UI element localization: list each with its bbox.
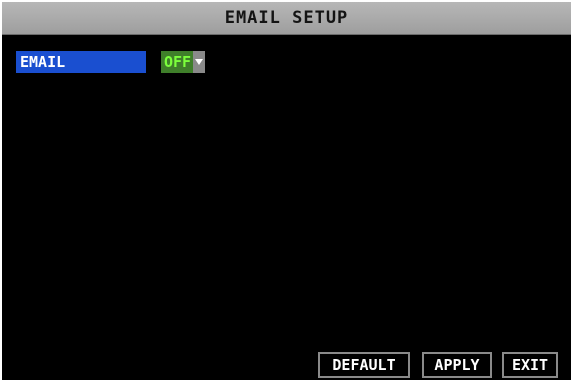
chevron-down-icon[interactable] [193,51,206,73]
exit-button[interactable]: EXIT [502,352,558,378]
email-setup-window: EMAIL SETUP EMAIL OFF DEFAULT APPLY EXIT [2,2,571,380]
email-select[interactable]: OFF [161,51,206,73]
default-button[interactable]: DEFAULT [318,352,410,378]
window-title: EMAIL SETUP [2,2,571,35]
apply-button[interactable]: APPLY [422,352,492,378]
email-select-value[interactable]: OFF [161,51,194,73]
email-label[interactable]: EMAIL [16,51,146,73]
